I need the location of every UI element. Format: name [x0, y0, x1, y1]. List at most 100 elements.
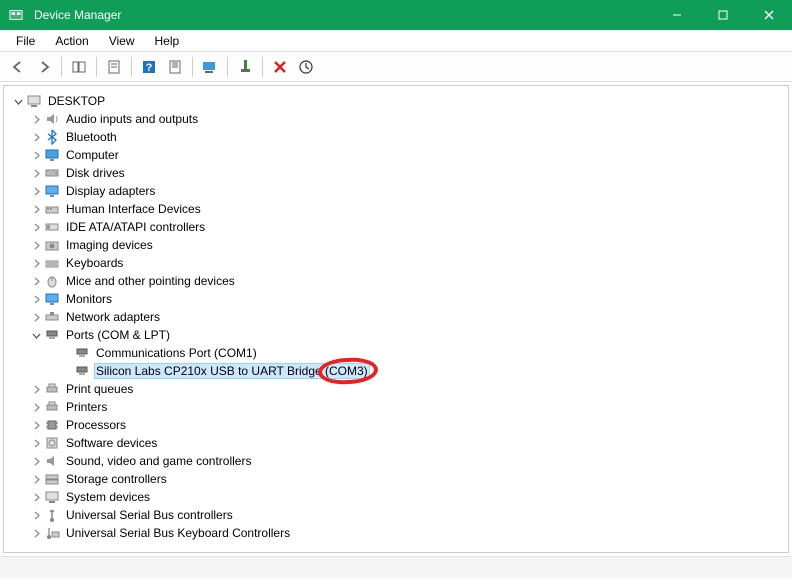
chevron-down-icon[interactable]	[12, 95, 24, 107]
chevron-right-icon[interactable]	[30, 149, 42, 161]
tree-node-software[interactable]: Software devices	[12, 434, 780, 452]
chevron-right-icon[interactable]	[30, 419, 42, 431]
chevron-right-icon[interactable]	[30, 203, 42, 215]
menu-help[interactable]: Help	[145, 32, 190, 50]
tree-node-processors[interactable]: Processors	[12, 416, 780, 434]
menu-bar: File Action View Help	[0, 30, 792, 52]
printer-icon	[44, 399, 60, 415]
node-label: Human Interface Devices	[64, 202, 203, 216]
properties-button[interactable]	[102, 55, 126, 79]
help-button[interactable]: ?	[137, 55, 161, 79]
chevron-right-icon[interactable]	[30, 401, 42, 413]
tree-node-printqueues[interactable]: Print queues	[12, 380, 780, 398]
usb-icon	[44, 507, 60, 523]
node-label: Keyboards	[64, 256, 125, 270]
tree-node-monitors[interactable]: Monitors	[12, 290, 780, 308]
node-label: Silicon Labs CP210x USB to UART Bridge (…	[94, 363, 370, 379]
node-label: Audio inputs and outputs	[64, 112, 200, 126]
monitor-icon	[44, 147, 60, 163]
tree-node-mice[interactable]: Mice and other pointing devices	[12, 272, 780, 290]
chevron-right-icon[interactable]	[30, 131, 42, 143]
status-bar	[0, 556, 792, 578]
node-label: Universal Serial Bus controllers	[64, 508, 235, 522]
toolbar-separator	[227, 57, 228, 77]
chevron-right-icon[interactable]	[30, 257, 42, 269]
tree-root[interactable]: DESKTOP	[12, 92, 780, 110]
monitor-icon	[44, 291, 60, 307]
back-button[interactable]	[6, 55, 30, 79]
chevron-right-icon[interactable]	[30, 185, 42, 197]
tree-node-network[interactable]: Network adapters	[12, 308, 780, 326]
uninstall-device-button[interactable]	[268, 55, 292, 79]
chevron-right-icon[interactable]	[30, 221, 42, 233]
scan-changes-button[interactable]	[294, 55, 318, 79]
node-label: System devices	[64, 490, 152, 504]
scan-hardware-button[interactable]	[163, 55, 187, 79]
update-driver-button[interactable]	[198, 55, 222, 79]
node-label: Disk drives	[64, 166, 127, 180]
node-label: Ports (COM & LPT)	[64, 328, 172, 342]
tree-node-usbkb[interactable]: Universal Serial Bus Keyboard Controller…	[12, 524, 780, 542]
tree-node-bluetooth[interactable]: Bluetooth	[12, 128, 780, 146]
tree-node-printers[interactable]: Printers	[12, 398, 780, 416]
node-label: Sound, video and game controllers	[64, 454, 253, 468]
menu-action[interactable]: Action	[45, 32, 98, 50]
node-label: Mice and other pointing devices	[64, 274, 237, 288]
chevron-right-icon[interactable]	[30, 473, 42, 485]
tree-node-computer[interactable]: Computer	[12, 146, 780, 164]
tree-node-audio[interactable]: Audio inputs and outputs	[12, 110, 780, 128]
tree-node-keyboards[interactable]: Keyboards	[12, 254, 780, 272]
chevron-right-icon[interactable]	[30, 383, 42, 395]
tree-node-display[interactable]: Display adapters	[12, 182, 780, 200]
camera-icon	[44, 237, 60, 253]
tree-node-usb[interactable]: Universal Serial Bus controllers	[12, 506, 780, 524]
chevron-right-icon[interactable]	[30, 113, 42, 125]
show-hide-console-button[interactable]	[67, 55, 91, 79]
chevron-right-icon[interactable]	[30, 437, 42, 449]
toolbar-separator	[61, 57, 62, 77]
tree-node-hid[interactable]: Human Interface Devices	[12, 200, 780, 218]
menu-file[interactable]: File	[6, 32, 45, 50]
system-icon	[44, 489, 60, 505]
tree-node-com3-selected[interactable]: Silicon Labs CP210x USB to UART Bridge (…	[12, 362, 780, 380]
port-icon	[74, 345, 90, 361]
minimize-button[interactable]	[654, 0, 700, 30]
tree-node-storage[interactable]: Storage controllers	[12, 470, 780, 488]
tree-node-disk[interactable]: Disk drives	[12, 164, 780, 182]
chevron-right-icon[interactable]	[30, 509, 42, 521]
sound-icon	[44, 453, 60, 469]
tree-node-com1[interactable]: Communications Port (COM1)	[12, 344, 780, 362]
tree-node-ports[interactable]: Ports (COM & LPT)	[12, 326, 780, 344]
chevron-down-icon[interactable]	[30, 329, 42, 341]
tree-node-sound[interactable]: Sound, video and game controllers	[12, 452, 780, 470]
chevron-right-icon[interactable]	[30, 239, 42, 251]
node-label: DESKTOP	[46, 94, 107, 108]
forward-button[interactable]	[32, 55, 56, 79]
close-button[interactable]	[746, 0, 792, 30]
chevron-right-icon[interactable]	[30, 167, 42, 179]
tree-node-system[interactable]: System devices	[12, 488, 780, 506]
maximize-button[interactable]	[700, 0, 746, 30]
computer-icon	[26, 93, 42, 109]
chevron-right-icon[interactable]	[30, 527, 42, 539]
title-bar: Device Manager	[0, 0, 792, 30]
tree-node-ide[interactable]: IDE ATA/ATAPI controllers	[12, 218, 780, 236]
hid-icon	[44, 201, 60, 217]
chevron-right-icon[interactable]	[30, 455, 42, 467]
window-controls	[654, 0, 792, 30]
menu-view[interactable]: View	[99, 32, 145, 50]
display-adapter-icon	[44, 183, 60, 199]
node-label: Bluetooth	[64, 130, 119, 144]
mouse-icon	[44, 273, 60, 289]
storage-icon	[44, 471, 60, 487]
ide-icon	[44, 219, 60, 235]
chevron-right-icon[interactable]	[30, 275, 42, 287]
tree-node-imaging[interactable]: Imaging devices	[12, 236, 780, 254]
chevron-right-icon[interactable]	[30, 311, 42, 323]
enable-device-button[interactable]	[233, 55, 257, 79]
toolbar-separator	[131, 57, 132, 77]
svg-text:?: ?	[146, 62, 153, 74]
chevron-right-icon[interactable]	[30, 491, 42, 503]
device-tree[interactable]: DESKTOP Audio inputs and outputs Bluetoo…	[3, 85, 789, 553]
chevron-right-icon[interactable]	[30, 293, 42, 305]
